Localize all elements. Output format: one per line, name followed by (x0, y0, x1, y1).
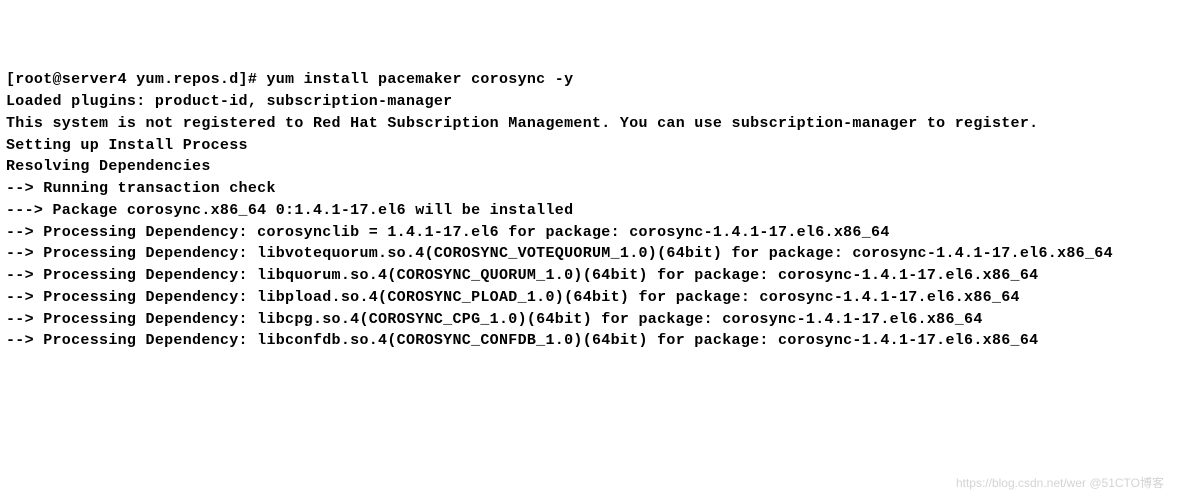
watermark-text: https://blog.csdn.net/wer @51CTO博客 (956, 475, 1164, 492)
terminal-output: [root@server4 yum.repos.d]# yum install … (6, 69, 1166, 352)
